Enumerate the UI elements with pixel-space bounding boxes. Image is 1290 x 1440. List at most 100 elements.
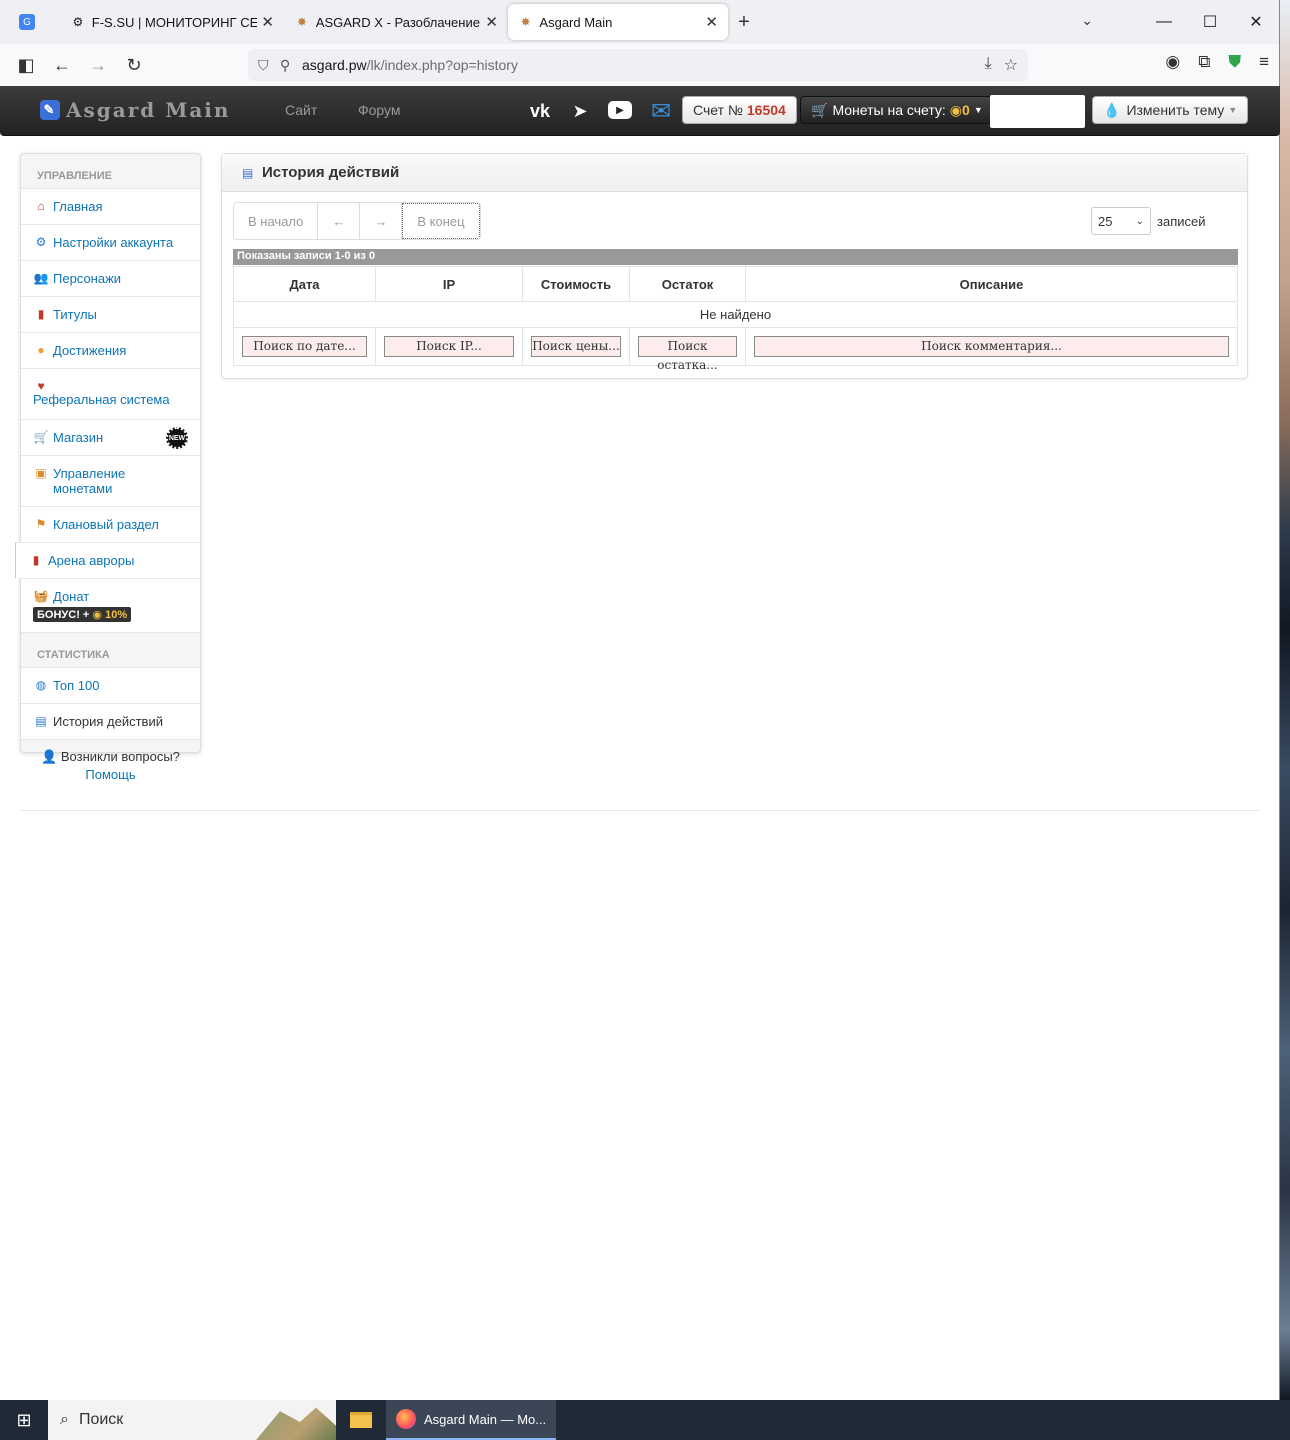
sidebar-item-label: Арена авроры [48,553,135,568]
sidebar-item-history[interactable]: ▤ История действий [21,703,200,740]
bonus-badge: БОНУС! + ◉ 10% [33,607,132,622]
vk-icon[interactable]: vk [527,99,553,123]
drop-icon: 💧 [1103,101,1121,118]
change-theme-button[interactable]: 💧 Изменить тему ▼ [1092,96,1249,124]
brand-name: Asgard Main [66,98,231,122]
per-page-select[interactable]: 25 ⌄ [1091,207,1151,235]
extensions-icon[interactable]: ⧉ [1198,52,1210,72]
asgard-icon: ✸ [296,15,307,29]
column-header-cost[interactable]: Стоимость [522,266,630,302]
sidebar-toggle-icon[interactable]: ◧ [8,49,44,81]
telegram-icon[interactable]: ➤ [568,99,592,123]
sidebar-item-account-settings[interactable]: ⚙ Настройки аккаунта [21,224,200,260]
help-question: Возникли вопросы? [60,749,180,764]
lightbulb-icon: ● [37,343,45,357]
filter-ip-input[interactable]: Поиск IP... [384,336,514,357]
sidebar-item-label: Донат [53,589,90,604]
tab-fs-monitoring[interactable]: ⚙ F-S.SU | МОНИТОРИНГ СЕРВЕР ✕ [60,4,284,40]
sidebar-item-label: Достижения [53,343,127,358]
download-page-icon[interactable]: ⤓ [985,55,992,75]
sidebar-item-top100[interactable]: ◍ Топ 100 [21,667,200,703]
taskbar-search-label: Поиск [78,1411,124,1428]
maximize-icon[interactable]: ☐ [1187,0,1233,44]
home-icon: ⌂ [37,199,45,213]
coin-icon: ◉ [949,101,963,118]
close-tab-icon[interactable]: ✕ [261,13,274,31]
close-icon[interactable]: ✕ [1233,0,1279,44]
tab-asgard-x[interactable]: ✸ ASGARD X - Разоблачение Бар ✕ [284,4,508,40]
tab-asgard-main[interactable]: ✸ Asgard Main ✕ [508,4,728,40]
pager-first-button[interactable]: В начало [234,203,319,239]
google-translate-icon: G [19,14,35,30]
tab-strip: G ⚙ F-S.SU | МОНИТОРИНГ СЕРВЕР ✕ ✸ ASGAR… [0,0,1279,44]
sidebar-item-clan[interactable]: ⚑ Клановый раздел [21,506,200,542]
filter-balance-input[interactable]: Поиск остатка... [638,336,737,372]
pager-prev-button[interactable]: ← [318,203,361,239]
filter-cost-input[interactable]: Поиск цены... [531,336,621,357]
filter-description-input[interactable]: Поиск комментария... [754,336,1229,357]
sidebar-item-shop[interactable]: 🛒 Магазин NEW [21,419,200,455]
youtube-icon[interactable]: ▶ [608,101,632,119]
firefox-icon [396,1409,416,1429]
sidebar-item-donate[interactable]: 🧺 Донат БОНУС! + ◉ 10% [21,578,200,632]
nav-site-link[interactable]: Сайт [285,102,317,118]
browser-window: G ⚙ F-S.SU | МОНИТОРИНГ СЕРВЕР ✕ ✸ ASGAR… [0,0,1280,1400]
column-header-date[interactable]: Дата [233,266,376,302]
new-tab-button[interactable]: + [728,4,760,40]
column-header-balance[interactable]: Остаток [629,266,746,302]
filter-date-input[interactable]: Поиск по дате... [242,336,367,357]
account-label: Счет № [693,102,743,118]
sidebar-item-characters[interactable]: 👥 Персонажи [21,260,200,296]
sidebar-item-label: Топ 100 [53,678,100,693]
coins-dropdown[interactable]: 🛒 Монеты на счету: ◉ 0 ▼ [800,96,994,124]
back-icon[interactable]: ← [44,49,80,81]
per-page-value: 25 [1098,213,1113,229]
bookmark-icon: ▮ [32,553,40,567]
pager-next-button[interactable]: → [360,203,403,239]
column-header-ip[interactable]: IP [375,266,523,302]
forward-icon[interactable]: → [80,49,116,81]
close-tab-icon[interactable]: ✕ [485,13,498,31]
sidebar-item-label: Реферальная система [33,392,170,407]
file-explorer-icon[interactable] [336,1400,386,1440]
taskbar-app-label: Asgard Main — Mo... [424,1411,547,1427]
help-link[interactable]: Помощь [85,767,135,782]
windows-start-icon[interactable]: ⊞ [0,1400,48,1440]
taskbar-firefox-window[interactable]: Asgard Main — Mo... [386,1400,557,1440]
account-number-button[interactable]: Счет № 16504 [682,96,797,124]
bookmark-star-icon[interactable]: ☆ [1004,55,1018,75]
tab-title: ASGARD X - Разоблачение Бар [315,14,482,30]
quill-logo-icon: ✎ [40,100,60,120]
sidebar-item-titles[interactable]: ▮ Титулы [21,296,200,332]
shield-icon[interactable]: ⛉ [258,57,280,74]
minimize-icon[interactable]: — [1141,0,1187,44]
nav-forum-link[interactable]: Форум [358,102,401,118]
close-tab-icon[interactable]: ✕ [705,13,718,31]
menu-icon[interactable]: ≡ [1259,52,1269,72]
sidebar-item-referral[interactable]: ♥ Реферальная система [21,368,200,419]
account-number: 16504 [746,102,786,118]
chevron-down-icon[interactable]: ⌄ [1081,12,1093,29]
vpn-shield-icon[interactable]: ⛊ [1228,52,1241,72]
tab-title: Asgard Main [539,14,613,30]
per-page-control: 25 ⌄ записей [1091,207,1205,235]
sidebar-item-home[interactable]: ⌂ Главная [21,188,200,224]
column-header-description[interactable]: Описание [745,266,1238,302]
taskbar: ⊞ ⌕ Поиск Asgard Main — Mo... [0,1400,1290,1440]
permissions-icon[interactable]: ⚲ [280,57,302,74]
account-icon[interactable]: ◉ [1165,52,1180,72]
bonus-percent: 10% [105,609,128,621]
bookmark-icon: ▮ [37,307,45,321]
sidebar-item-coins-management[interactable]: ▣ Управление монетами [21,455,200,506]
mail-icon[interactable]: ✉ [647,98,675,125]
chevron-down-icon: ⌄ [1135,215,1144,227]
sidebar-item-achievements[interactable]: ● Достижения [21,332,200,368]
brand-logo[interactable]: ✎ Asgard Main [40,98,230,122]
sidebar-item-aurora-arena[interactable]: ▮ Арена авроры [15,542,200,578]
reload-icon[interactable]: ↻ [116,49,152,81]
taskbar-search[interactable]: ⌕ Поиск [48,1400,336,1440]
page-title: История действий [262,164,400,181]
url-bar[interactable]: ⛉ ⚲ asgard.pw /lk/index.php?op=history ⤓… [248,49,1028,81]
tab-google-translate[interactable]: G [0,4,60,40]
pager-last-button[interactable]: В конец [402,203,480,239]
